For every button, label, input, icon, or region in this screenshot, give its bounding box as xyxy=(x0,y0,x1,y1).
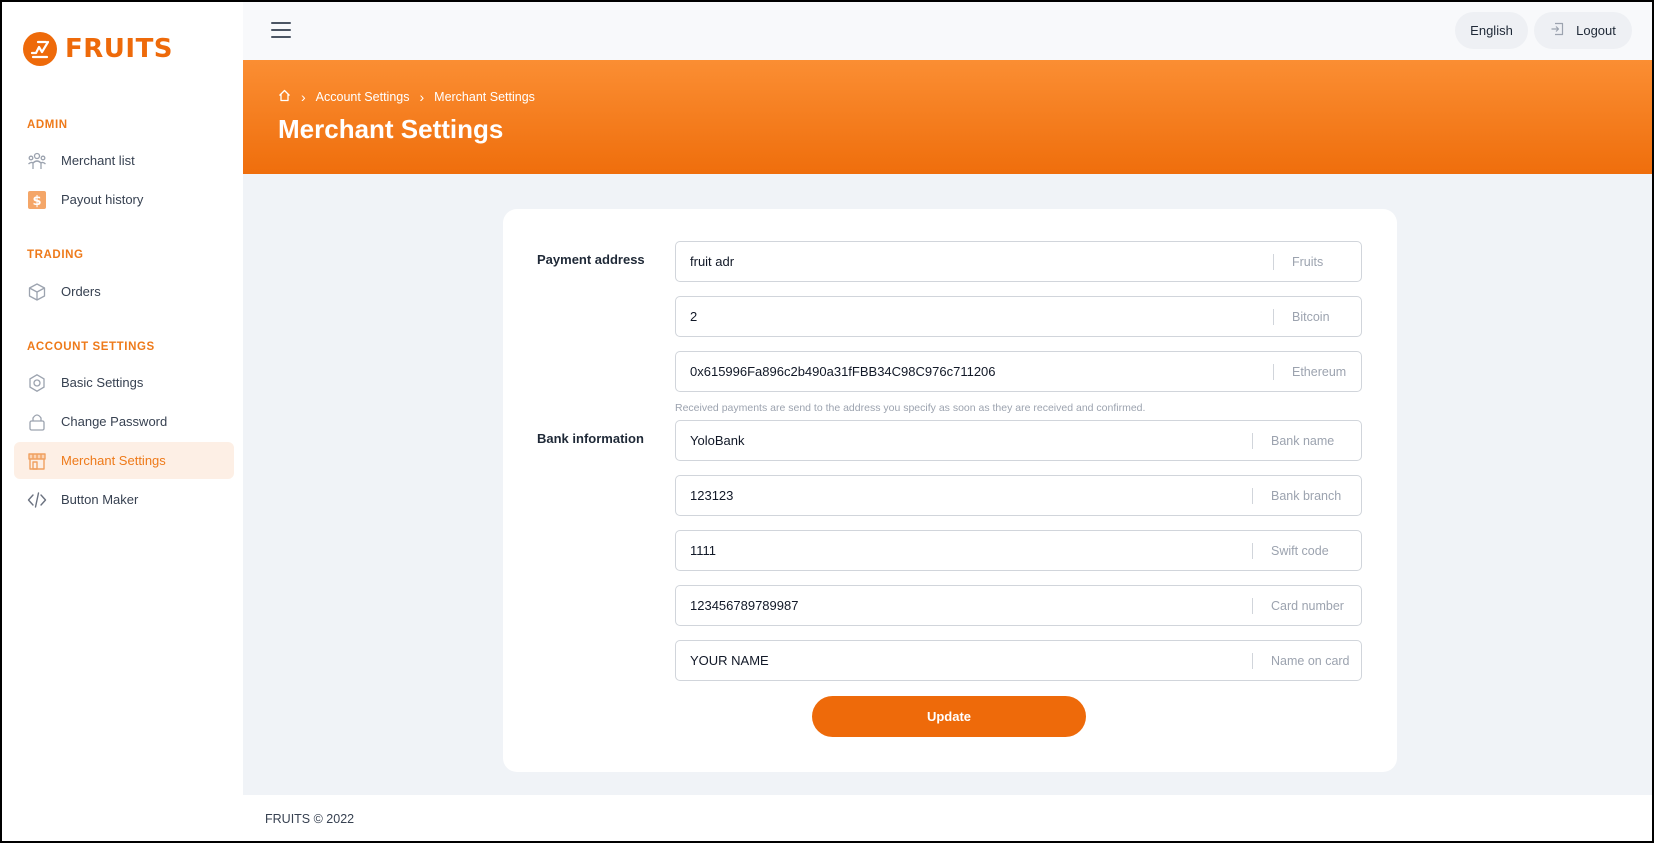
bank-information-label: Bank information xyxy=(537,431,644,446)
sidebar-item-orders[interactable]: Orders xyxy=(14,273,234,310)
name-on-card-input[interactable] xyxy=(676,641,1252,680)
sidebar-item-payout-history[interactable]: $ Payout history xyxy=(14,181,234,218)
main-content: Payment address Fruits Bitcoin Ethereum … xyxy=(243,174,1652,795)
home-icon[interactable] xyxy=(278,89,291,105)
footer: FRUITS © 2022 xyxy=(243,795,1652,841)
sidebar: FRUITS ADMIN Merchant list $ Payout hist… xyxy=(2,2,243,841)
sidebar-section-admin: ADMIN xyxy=(27,119,68,131)
field-suffix: Swift code xyxy=(1252,542,1361,559)
sidebar-item-label: Merchant Settings xyxy=(61,453,166,468)
sidebar-item-basic-settings[interactable]: Basic Settings xyxy=(14,364,234,401)
field-suffix: Bank name xyxy=(1252,432,1361,449)
brand-logo[interactable]: FRUITS xyxy=(23,31,173,67)
sidebar-item-label: Change Password xyxy=(61,414,168,429)
name-on-card-field: Name on card xyxy=(675,640,1362,681)
field-suffix: Bitcoin xyxy=(1273,308,1361,325)
users-icon xyxy=(27,151,47,171)
bitcoin-address-input[interactable] xyxy=(676,297,1273,336)
lock-icon xyxy=(27,412,47,432)
sidebar-item-label: Basic Settings xyxy=(61,375,144,390)
app-window: FRUITS ADMIN Merchant list $ Payout hist… xyxy=(0,0,1654,843)
field-suffix: Fruits xyxy=(1273,253,1361,270)
card-number-input[interactable] xyxy=(676,586,1252,625)
swift-code-field: Swift code xyxy=(675,530,1362,571)
swift-code-input[interactable] xyxy=(676,531,1252,570)
breadcrumb: › Account Settings › Merchant Settings xyxy=(278,89,535,105)
dollar-icon: $ xyxy=(27,190,47,210)
sidebar-item-label: Button Maker xyxy=(61,492,139,507)
bank-name-input[interactable] xyxy=(676,421,1252,460)
brand-name: FRUITS xyxy=(65,34,174,64)
sidebar-item-button-maker[interactable]: Button Maker xyxy=(14,481,234,518)
sidebar-item-label: Merchant list xyxy=(61,153,135,168)
page-header: › Account Settings › Merchant Settings M… xyxy=(243,60,1652,174)
code-icon xyxy=(27,490,47,510)
sidebar-item-label: Payout history xyxy=(61,192,144,207)
box-icon xyxy=(27,282,47,302)
ethereum-address-input[interactable] xyxy=(676,352,1273,391)
sidebar-section-account-settings: ACCOUNT SETTINGS xyxy=(27,341,155,353)
fruits-address-field: Fruits xyxy=(675,241,1362,282)
ethereum-address-field: Ethereum xyxy=(675,351,1362,392)
copyright-text: FRUITS © 2022 xyxy=(265,812,355,826)
page-title: Merchant Settings xyxy=(278,114,504,144)
fruits-address-input[interactable] xyxy=(676,242,1273,281)
language-label: English xyxy=(1470,23,1513,38)
field-suffix: Ethereum xyxy=(1273,363,1361,380)
store-icon xyxy=(27,451,47,471)
sidebar-item-merchant-settings[interactable]: Merchant Settings xyxy=(14,442,234,479)
language-button[interactable]: English xyxy=(1455,12,1528,49)
menu-toggle-icon[interactable] xyxy=(271,22,291,40)
bitcoin-address-field: Bitcoin xyxy=(675,296,1362,337)
breadcrumb-item[interactable]: Merchant Settings xyxy=(434,90,535,104)
field-suffix: Bank branch xyxy=(1252,487,1361,504)
bank-branch-field: Bank branch xyxy=(675,475,1362,516)
sidebar-item-merchant-list[interactable]: Merchant list xyxy=(14,142,234,179)
chevron-right-icon: › xyxy=(301,89,306,105)
payment-help-text: Received payments are send to the addres… xyxy=(675,402,1146,414)
card-number-field: Card number xyxy=(675,585,1362,626)
chevron-right-icon: › xyxy=(419,89,425,105)
settings-card: Payment address Fruits Bitcoin Ethereum … xyxy=(503,209,1397,772)
svg-text:$: $ xyxy=(32,194,41,209)
field-suffix: Name on card xyxy=(1252,652,1361,669)
payment-address-label: Payment address xyxy=(537,252,645,267)
logout-button[interactable]: Logout xyxy=(1534,12,1632,49)
top-bar: English Logout xyxy=(243,2,1652,60)
gear-icon xyxy=(27,373,47,393)
sidebar-section-trading: TRADING xyxy=(27,249,84,261)
logout-icon xyxy=(1550,22,1564,39)
sidebar-item-change-password[interactable]: Change Password xyxy=(14,403,234,440)
update-button[interactable]: Update xyxy=(812,696,1086,737)
bank-name-field: Bank name xyxy=(675,420,1362,461)
field-suffix: Card number xyxy=(1252,597,1361,614)
sidebar-item-label: Orders xyxy=(61,284,101,299)
bank-branch-input[interactable] xyxy=(676,476,1252,515)
breadcrumb-item[interactable]: Account Settings xyxy=(316,90,410,104)
logo-icon xyxy=(23,32,57,66)
logout-label: Logout xyxy=(1576,23,1616,38)
